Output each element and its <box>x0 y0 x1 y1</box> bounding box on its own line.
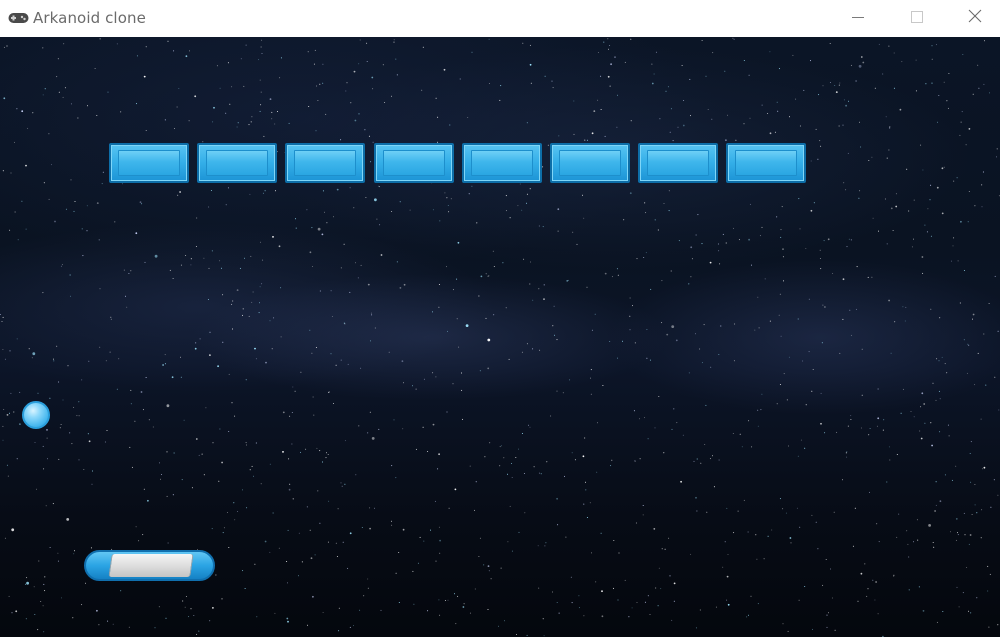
brick <box>374 143 454 183</box>
gamepad-icon <box>8 11 29 23</box>
maximize-button[interactable] <box>894 0 940 37</box>
paddle-core <box>108 554 194 577</box>
brick <box>462 143 542 183</box>
brick <box>550 143 630 183</box>
paddle[interactable] <box>84 550 215 581</box>
ball <box>22 401 50 429</box>
brick <box>109 143 189 183</box>
game-canvas[interactable] <box>0 37 1000 637</box>
close-icon <box>968 9 982 28</box>
game-window: Arkanoid clone <box>0 0 1000 637</box>
maximize-icon <box>911 10 923 28</box>
title-bar[interactable]: Arkanoid clone <box>0 0 1000 37</box>
brick <box>197 143 277 183</box>
minimize-icon <box>852 10 864 28</box>
brick <box>285 143 365 183</box>
minimize-button[interactable] <box>835 0 881 37</box>
brick <box>726 143 806 183</box>
starfield-background <box>0 37 1000 637</box>
window-title: Arkanoid clone <box>33 9 146 27</box>
brick <box>638 143 718 183</box>
close-button[interactable] <box>952 0 998 37</box>
